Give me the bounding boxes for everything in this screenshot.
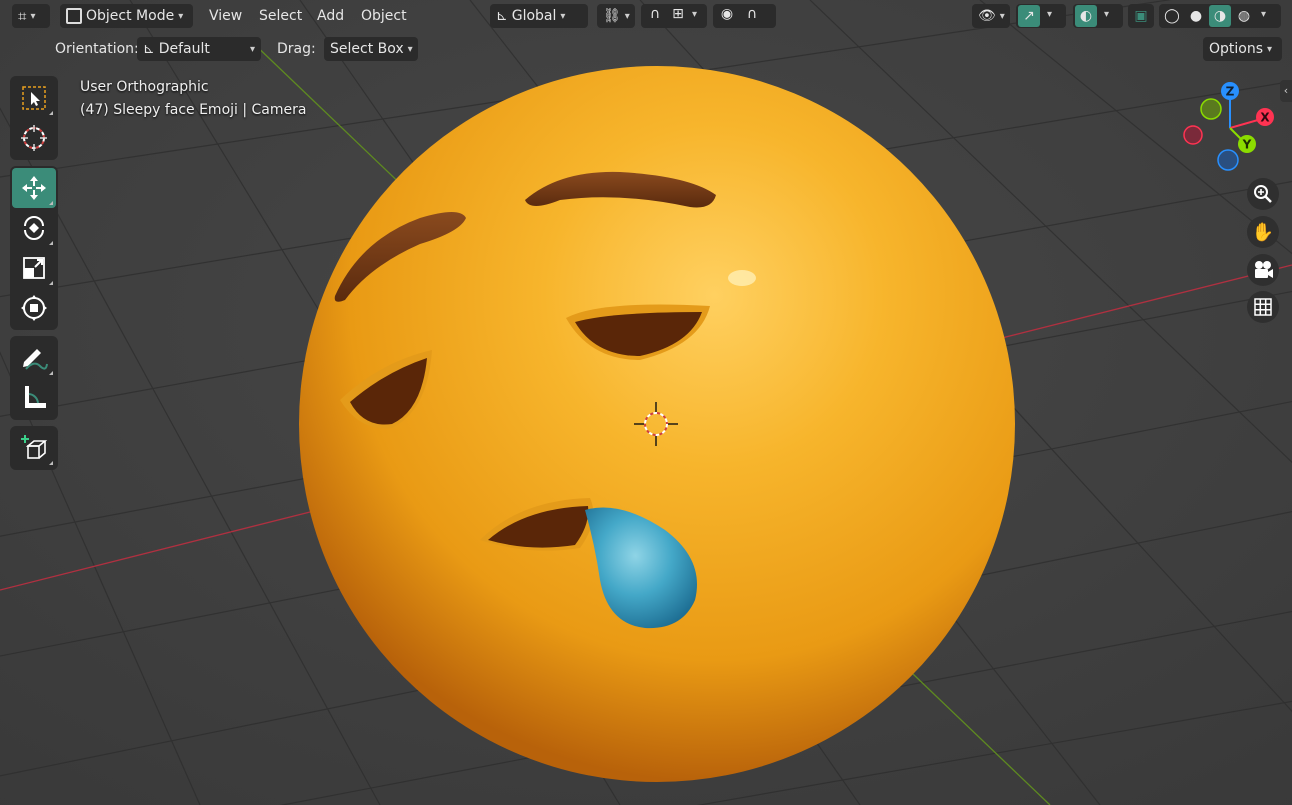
- emoji-model[interactable]: [299, 66, 1015, 782]
- rotate-icon: [24, 216, 44, 240]
- add-cube-icon: [21, 435, 48, 459]
- menu-view[interactable]: View: [209, 6, 242, 26]
- object-mode-icon: [66, 8, 82, 24]
- tool-move[interactable]: [12, 168, 56, 208]
- drag-dropdown[interactable]: Select Box ▾: [324, 37, 418, 61]
- pan-button[interactable]: ✋: [1247, 216, 1279, 248]
- tool-settings-bar: Orientation: ⊾ Default ▾ Drag: Select Bo…: [0, 34, 1292, 64]
- orientation-axes-icon: ⊾: [496, 8, 508, 24]
- falloff-curve-icon[interactable]: ∩: [741, 6, 763, 26]
- rendered-shading-icon[interactable]: ◍: [1233, 5, 1255, 27]
- perspective-toggle-button[interactable]: [1247, 291, 1279, 323]
- object-info: (47) Sleepy face Emoji | Camera: [80, 102, 307, 118]
- tool-add-cube[interactable]: [12, 428, 56, 468]
- overlays-icon[interactable]: ◐: [1075, 5, 1097, 27]
- visibility-dropdown[interactable]: 👁 ▾: [972, 4, 1010, 28]
- axis-neg-x-icon[interactable]: [1183, 125, 1203, 145]
- snap-increment-icon[interactable]: ⊞: [667, 6, 689, 26]
- gizmo-toggle-icon[interactable]: ↗: [1018, 5, 1040, 27]
- navigation-gizmo[interactable]: Z X Y: [1180, 78, 1280, 178]
- wireframe-shading-icon[interactable]: ◯: [1161, 5, 1183, 27]
- grid-perspective-icon: [1254, 298, 1272, 316]
- axis-z-label: Z: [1226, 85, 1235, 99]
- camera-icon: [1255, 261, 1273, 278]
- camera-view-button[interactable]: [1247, 254, 1279, 286]
- orientation-label: Orientation:: [55, 41, 139, 57]
- view-name: User Orthographic: [80, 79, 209, 95]
- hand-icon: ✋: [1251, 221, 1275, 243]
- annotate-pencil-icon: [23, 349, 48, 370]
- move-arrows-icon: [22, 176, 46, 200]
- tool-cursor[interactable]: [12, 118, 56, 158]
- transform-icon: [21, 295, 47, 321]
- menu-select[interactable]: Select: [259, 6, 302, 26]
- gizmo-toggle-group: ↗ ▾: [1016, 4, 1066, 28]
- solid-shading-icon[interactable]: ●: [1185, 5, 1207, 27]
- select-box-icon: [22, 86, 46, 110]
- orientation-value: Default: [158, 41, 210, 57]
- orientation-dropdown[interactable]: ⊾ Default ▾: [137, 37, 261, 61]
- proportional-editing-group: ◉ ∩: [713, 4, 776, 28]
- options-label: Options: [1209, 41, 1264, 57]
- drag-label: Drag:: [277, 41, 316, 57]
- mode-label: Object Mode: [86, 8, 175, 24]
- tool-select-box[interactable]: [12, 78, 56, 118]
- options-dropdown[interactable]: Options ▾: [1203, 37, 1282, 61]
- tool-annotate[interactable]: [12, 338, 56, 378]
- editor-type-button[interactable]: ⌗ ▾: [12, 4, 50, 28]
- zoom-magnifier-icon: [1254, 185, 1272, 203]
- tool-transform[interactable]: [12, 288, 56, 328]
- shading-group: ◯ ● ◑ ◍ ▾: [1159, 4, 1281, 28]
- tool-scale[interactable]: [12, 248, 56, 288]
- pivot-link-icon: ⛓: [603, 8, 621, 24]
- xray-group: ▣: [1128, 4, 1154, 28]
- tool-measure[interactable]: [12, 378, 56, 418]
- cursor-icon: [21, 125, 47, 151]
- snap-magnet-icon[interactable]: ∩: [645, 6, 665, 26]
- snapping-group: ∩ ⊞ ▾: [641, 4, 707, 28]
- proportional-edit-icon[interactable]: ◉: [717, 6, 737, 26]
- orientation-icon: ⊾: [143, 41, 155, 57]
- axis-x-label: X: [1260, 111, 1270, 125]
- tool-rotate[interactable]: [12, 208, 56, 248]
- drag-value: Select Box: [330, 41, 404, 57]
- scale-icon: [23, 257, 45, 279]
- pivot-point-dropdown[interactable]: ⛓ ▾: [597, 4, 635, 28]
- viewport-header: ⌗ ▾ Object Mode ▾ View Select Add Object …: [0, 0, 1292, 32]
- measure-ruler-icon: [25, 386, 46, 408]
- viewport-info: User Orthographic (47) Sleepy face Emoji…: [80, 76, 306, 122]
- transform-orientation-dropdown[interactable]: ⊾ Global ▾: [490, 4, 588, 28]
- zoom-button[interactable]: [1247, 178, 1279, 210]
- axis-neg-y-icon[interactable]: [1200, 98, 1222, 120]
- xray-toggle-icon[interactable]: ▣: [1131, 5, 1151, 27]
- menu-add[interactable]: Add: [317, 6, 344, 26]
- sidebar-toggle-icon[interactable]: ‹: [1280, 80, 1292, 102]
- overlays-group: ◐ ▾: [1073, 4, 1123, 28]
- menu-object[interactable]: Object: [361, 6, 407, 26]
- eye-icon: 👁: [978, 8, 996, 24]
- orientation-label: Global: [511, 8, 557, 24]
- mode-dropdown[interactable]: Object Mode ▾: [60, 4, 193, 28]
- tool-shelf: [10, 76, 58, 476]
- axis-neg-z-icon[interactable]: [1217, 149, 1239, 171]
- axis-y-label: Y: [1242, 138, 1252, 152]
- grid-axes-icon: ⌗: [18, 7, 27, 25]
- material-preview-icon[interactable]: ◑: [1209, 5, 1231, 27]
